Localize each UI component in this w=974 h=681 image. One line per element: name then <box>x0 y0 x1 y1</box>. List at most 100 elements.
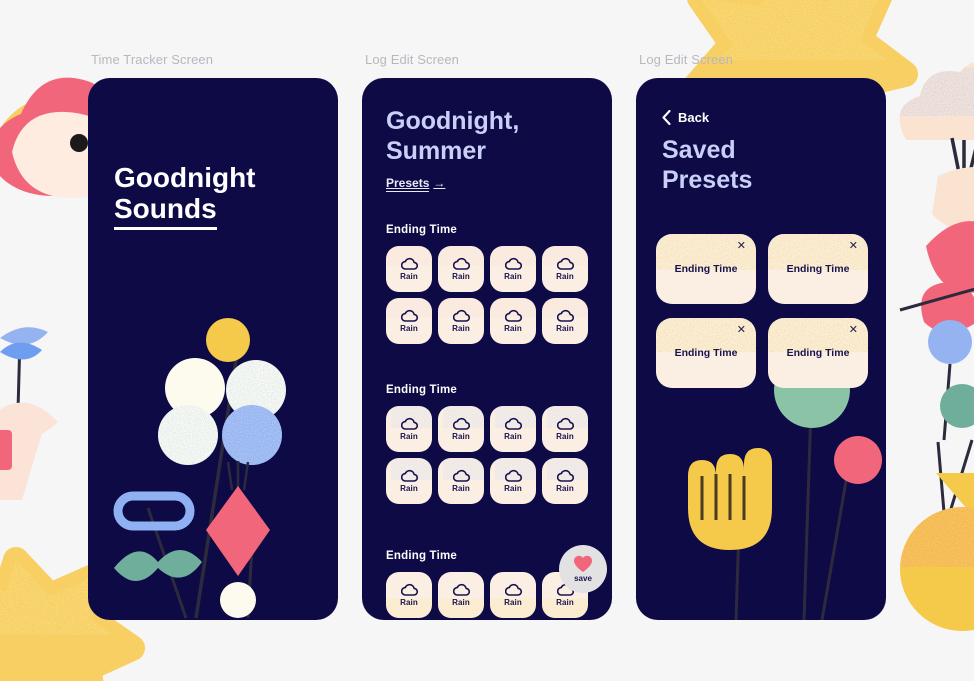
tile-label: Rain <box>452 272 470 281</box>
tile-label: Rain <box>400 324 418 333</box>
preset-card-grid: Ending Time ✕ Ending Time ✕ Ending Time … <box>656 234 868 388</box>
phone-saved-presets: Back Saved Presets Ending Time ✕ Ending … <box>636 78 886 620</box>
tile-label: Rain <box>556 324 574 333</box>
arrow-right-icon: → <box>433 176 446 190</box>
tile-label: Rain <box>400 484 418 493</box>
tile-label: Rain <box>400 432 418 441</box>
preset-card[interactable]: Ending Time ✕ <box>656 234 756 304</box>
cloud-icon <box>400 469 418 482</box>
group-label-1: Ending Time <box>386 224 457 236</box>
sound-tile[interactable]: Rain <box>490 406 536 452</box>
tulip-decoration <box>688 448 772 550</box>
sound-tile[interactable]: Rain <box>542 246 588 292</box>
screen-label-saved-presets: Log Edit Screen <box>639 52 734 67</box>
tile-label: Rain <box>400 272 418 281</box>
screen-column-saved-presets: Log Edit Screen Back Saved Presets Endin… <box>636 52 886 681</box>
screen-column-log-edit: Log Edit Screen Goodnight, Summer Preset… <box>362 52 612 681</box>
cloud-icon <box>556 469 574 482</box>
preset-card-label: Ending Time <box>674 347 738 359</box>
tile-label: Rain <box>556 272 574 281</box>
tile-label: Rain <box>452 432 470 441</box>
tile-label: Rain <box>504 484 522 493</box>
screen1-title: Goodnight Sounds <box>114 162 256 230</box>
preset-card[interactable]: Ending Time ✕ <box>768 234 868 304</box>
close-icon[interactable]: ✕ <box>849 325 858 336</box>
preset-card-label: Ending Time <box>786 347 850 359</box>
tile-label: Rain <box>400 598 418 607</box>
save-button-label: save <box>574 574 592 583</box>
cloud-icon <box>400 309 418 322</box>
sound-tile[interactable]: Rain <box>386 458 432 504</box>
screen3-title: Saved Presets <box>662 136 752 195</box>
tile-label: Rain <box>504 598 522 607</box>
phone-log-edit: Goodnight, Summer Presets → Ending Time R… <box>362 78 612 620</box>
cloud-icon <box>504 309 522 322</box>
presets-link-label: Presets <box>386 176 430 192</box>
tile-label: Rain <box>556 484 574 493</box>
phone-time-tracker: Goodnight Sounds <box>88 78 338 620</box>
sound-tile[interactable]: Rain <box>438 406 484 452</box>
sound-tile[interactable]: Rain <box>542 298 588 344</box>
preset-card-label: Ending Time <box>786 263 850 275</box>
cloud-icon <box>504 583 522 596</box>
presets-link[interactable]: Presets → <box>386 176 446 192</box>
cloud-icon <box>504 469 522 482</box>
sound-tile[interactable]: Rain <box>386 406 432 452</box>
sound-tile[interactable]: Rain <box>386 246 432 292</box>
cloud-icon <box>400 257 418 270</box>
screen1-title-line2: Sounds <box>114 193 217 230</box>
screen2-title: Goodnight, Summer <box>386 106 519 166</box>
screen1-title-line1: Goodnight <box>114 162 256 193</box>
tile-label: Rain <box>452 484 470 493</box>
cloud-icon <box>400 417 418 430</box>
cloud-icon <box>400 583 418 596</box>
sound-tile[interactable]: Rain <box>490 458 536 504</box>
tile-grid-3: Rain Rain Rain Rain <box>386 572 590 618</box>
cloud-icon <box>556 257 574 270</box>
sound-tile[interactable]: Rain <box>438 572 484 618</box>
cloud-icon <box>452 469 470 482</box>
tile-label: Rain <box>504 272 522 281</box>
screen-label-time-tracker: Time Tracker Screen <box>91 52 214 67</box>
sound-tile[interactable]: Rain <box>386 572 432 618</box>
screen3-title-line1: Saved <box>662 136 736 164</box>
preset-card[interactable]: Ending Time ✕ <box>768 318 868 388</box>
tile-grid-2: Rain Rain Rain Rain Rain Rain Rain Rain <box>386 406 590 504</box>
cloud-icon <box>452 309 470 322</box>
cloud-icon <box>556 417 574 430</box>
sound-tile[interactable]: Rain <box>490 298 536 344</box>
screen3-title-line2: Presets <box>662 165 753 194</box>
cloud-icon <box>452 583 470 596</box>
preset-card[interactable]: Ending Time ✕ <box>656 318 756 388</box>
sound-tile[interactable]: Rain <box>542 406 588 452</box>
chevron-left-icon <box>662 110 671 125</box>
cloud-icon <box>556 309 574 322</box>
cloud-icon <box>504 257 522 270</box>
sound-tile[interactable]: Rain <box>438 246 484 292</box>
tile-label: Rain <box>556 598 574 607</box>
sound-group-1: Ending Time Rain Rain Rain Rain Rain Rai… <box>386 224 590 344</box>
cloud-icon <box>452 417 470 430</box>
sound-tile[interactable]: Rain <box>490 572 536 618</box>
close-icon[interactable]: ✕ <box>849 241 858 252</box>
screen2-header: Goodnight, Summer Presets → <box>386 106 519 192</box>
sound-tile[interactable]: Rain <box>542 458 588 504</box>
save-button[interactable]: save <box>559 545 607 593</box>
sound-tile[interactable]: Rain <box>438 458 484 504</box>
back-button[interactable]: Back <box>662 110 709 125</box>
screen-column-time-tracker: Time Tracker Screen Goodnight Sounds <box>88 52 338 681</box>
sound-group-3: Ending Time Rain Rain Rain Rain save <box>386 545 607 618</box>
sound-tile[interactable]: Rain <box>490 246 536 292</box>
group-label-2: Ending Time <box>386 384 457 396</box>
tile-label: Rain <box>452 324 470 333</box>
tile-label: Rain <box>504 432 522 441</box>
screen2-title-line2: Summer <box>386 137 487 165</box>
preset-card-label: Ending Time <box>674 263 738 275</box>
close-icon[interactable]: ✕ <box>737 241 746 252</box>
screens-board: Time Tracker Screen Goodnight Sounds Log… <box>0 0 974 681</box>
screen2-title-line1: Goodnight, <box>386 107 520 135</box>
sound-tile[interactable]: Rain <box>386 298 432 344</box>
close-icon[interactable]: ✕ <box>737 325 746 336</box>
sound-tile[interactable]: Rain <box>438 298 484 344</box>
sound-group-2: Ending Time Rain Rain Rain Rain Rain Rai… <box>386 384 590 504</box>
